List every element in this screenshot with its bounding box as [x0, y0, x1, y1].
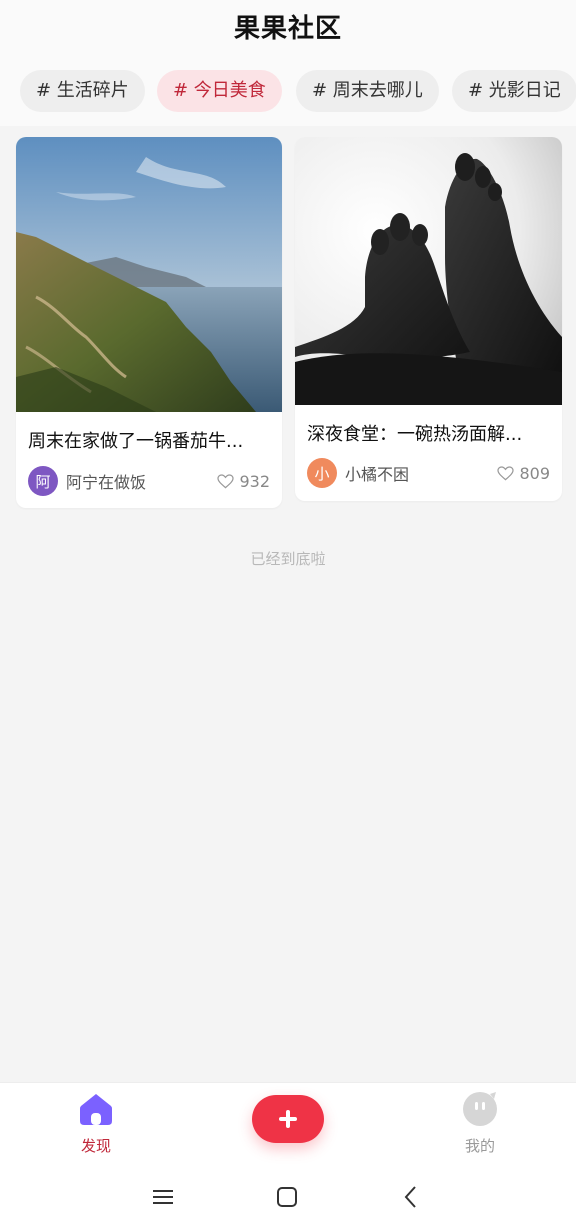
avatar: 小 — [307, 458, 337, 488]
chip-weekend[interactable]: # 周末去哪儿 — [296, 70, 439, 112]
home-icon — [80, 1094, 112, 1125]
heart-icon — [497, 465, 515, 480]
app-root: 果果社区 # 生活碎片 # 今日美食 # 周末去哪儿 # 光影日记 周末在家做了… — [0, 0, 576, 1229]
nav-label-mine: 我的 — [464, 1137, 495, 1155]
nav-tab-mine[interactable]: 我的 — [440, 1091, 520, 1156]
heart-icon — [217, 473, 235, 488]
avatar: 阿 — [28, 466, 58, 496]
like-button[interactable]: 932 — [217, 466, 270, 496]
post-title: 周末在家做了一锅番茄牛... — [28, 431, 244, 452]
back-icon[interactable] — [396, 1182, 426, 1212]
post-card[interactable]: 周末在家做了一锅番茄牛... 阿 阿宁在做饭 932 — [16, 137, 282, 508]
like-count: 809 — [519, 463, 550, 483]
author-name: 小橘不困 — [345, 465, 410, 484]
plus-icon — [279, 1110, 297, 1128]
chip-light[interactable]: # 光影日记 — [452, 70, 576, 112]
menu-icon[interactable] — [148, 1182, 178, 1212]
nav-label-discover: 发现 — [80, 1137, 111, 1155]
like-button[interactable]: 809 — [497, 458, 550, 488]
post-card[interactable]: 深夜食堂：一碗热汤面解... 小 小橘不困 809 — [295, 137, 562, 501]
like-count: 932 — [239, 471, 270, 491]
home-square-icon[interactable] — [272, 1182, 302, 1212]
header: 果果社区 # 生活碎片 # 今日美食 # 周末去哪儿 # 光影日记 — [0, 0, 576, 126]
chip-food[interactable]: # 今日美食 — [157, 70, 282, 112]
profile-icon — [463, 1092, 497, 1126]
bottom-nav: 发现 我的 — [0, 1082, 576, 1168]
post-author[interactable]: 阿 阿宁在做饭 — [28, 466, 146, 496]
author-name: 阿宁在做饭 — [66, 473, 147, 492]
post-author[interactable]: 小 小橘不困 — [307, 458, 409, 488]
add-post-button[interactable] — [252, 1095, 324, 1143]
chip-life[interactable]: # 生活碎片 — [20, 70, 145, 112]
feed: 周末在家做了一锅番茄牛... 阿 阿宁在做饭 932 深夜食堂：一碗热汤面解..… — [0, 126, 576, 1082]
post-image-feet[interactable] — [295, 137, 562, 405]
post-title: 深夜食堂：一碗热汤面解... — [307, 424, 523, 445]
end-of-feed-text: 已经到底啦 — [250, 550, 326, 568]
nav-tab-discover[interactable]: 发现 — [56, 1091, 136, 1156]
post-image-landscape[interactable] — [16, 137, 282, 412]
system-nav-bar — [0, 1168, 576, 1229]
page-title: 果果社区 — [233, 14, 342, 44]
